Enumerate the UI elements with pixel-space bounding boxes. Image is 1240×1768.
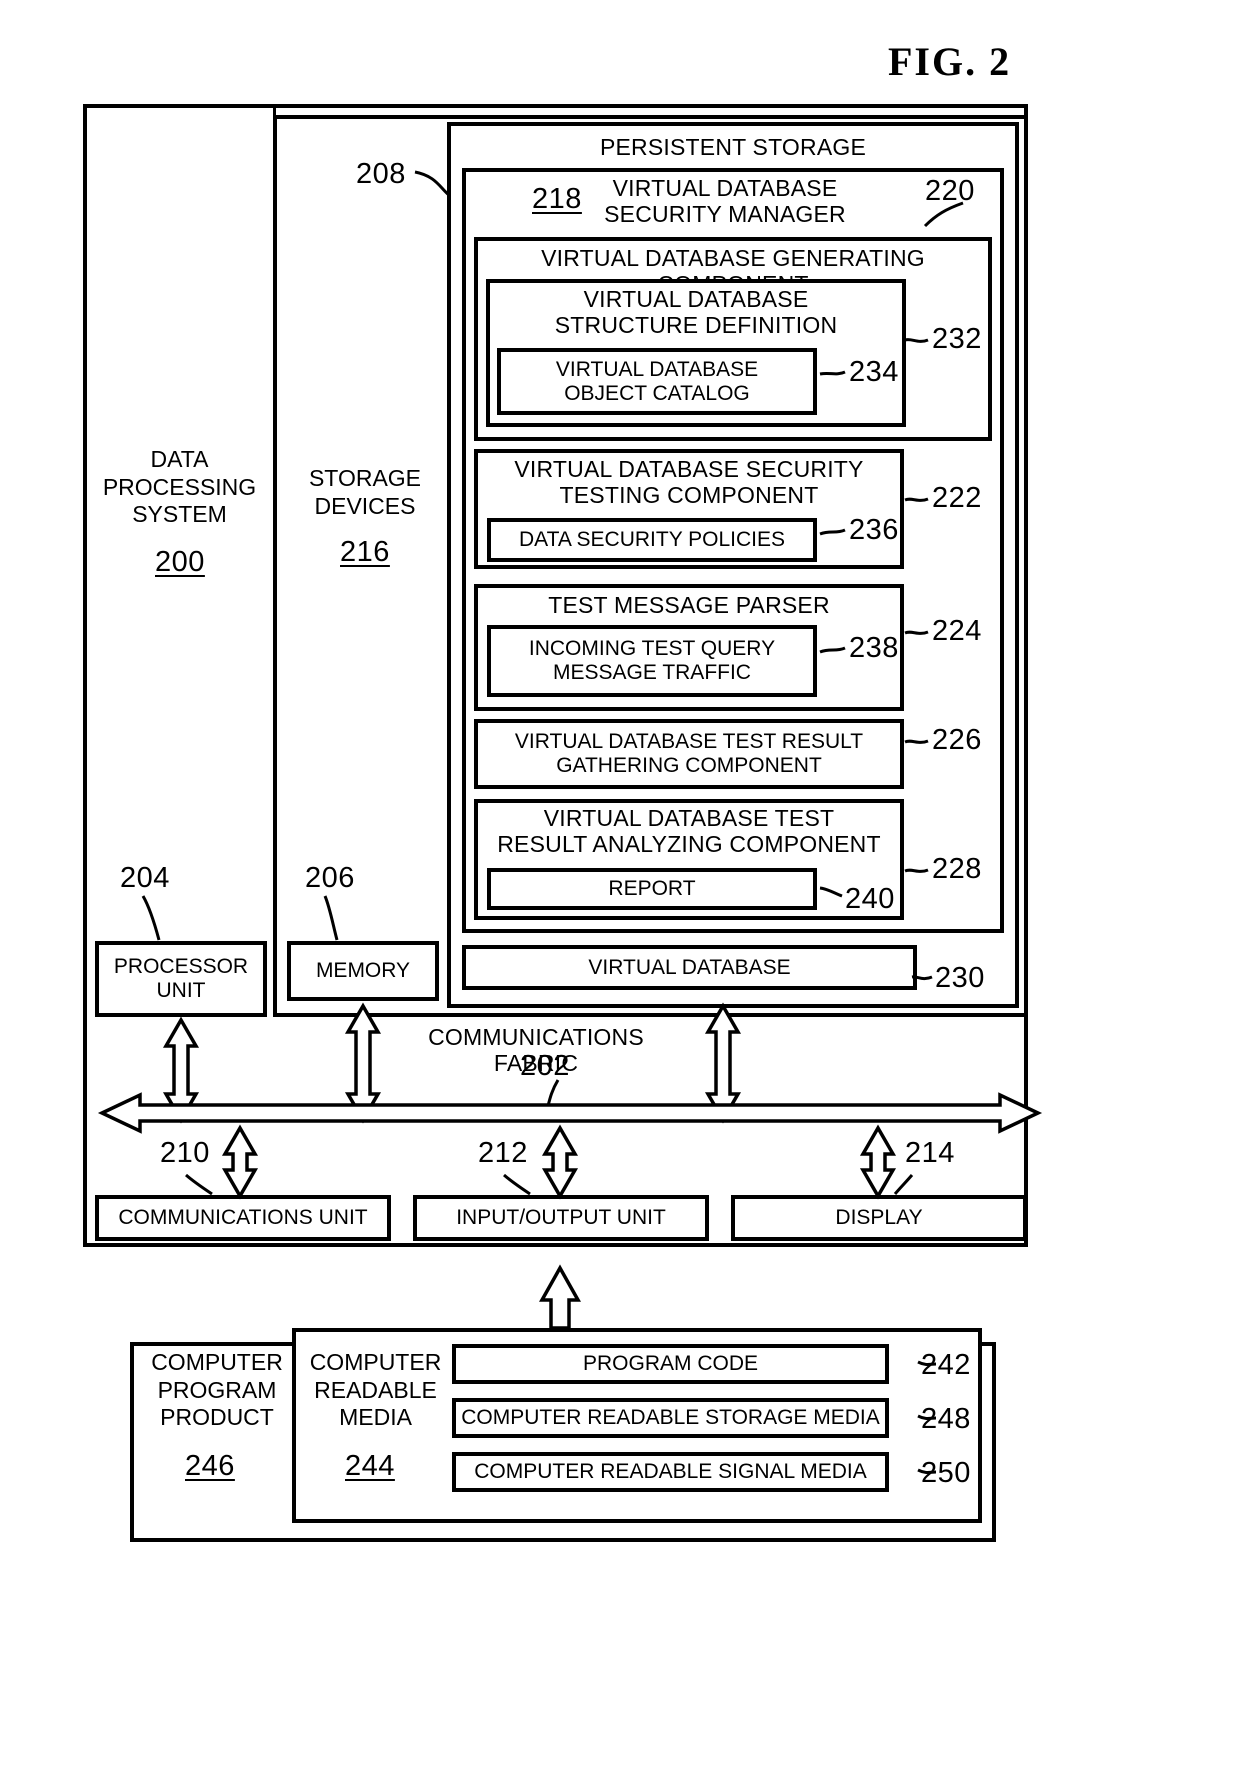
computer-readable-media-label: COMPUTER READABLE MEDIA [309, 1349, 442, 1431]
ref-234: 234 [849, 356, 899, 388]
virtual-database-label: VIRTUAL DATABASE [588, 955, 791, 979]
component-label-test-message-parser: TEST MESSAGE PARSER [548, 592, 830, 618]
ref-202: 202 [520, 1050, 570, 1082]
ref-248: 248 [921, 1403, 971, 1435]
ref-212: 212 [478, 1137, 528, 1169]
storage-devices-ref: 216 [340, 536, 390, 568]
program-code-label: PROGRAM CODE [582, 1352, 758, 1376]
computer-program-product-label: COMPUTER PROGRAM PRODUCT [151, 1349, 283, 1431]
ref-204: 204 [120, 862, 170, 894]
ref-232: 232 [932, 323, 982, 355]
figure-title: FIG. 2 [888, 39, 1012, 84]
ref-226: 226 [932, 724, 982, 756]
data-processing-system-label: DATA PROCESSING SYSTEM [102, 446, 257, 528]
object-catalog-label: VIRTUAL DATABASE OBJECT CATALOG [555, 357, 759, 405]
ref-238: 238 [849, 632, 899, 664]
computer-program-product-ref: 246 [185, 1450, 235, 1482]
data-processing-system-ref: 200 [155, 546, 205, 578]
ref-206: 206 [305, 862, 355, 894]
structure-definition-label: VIRTUAL DATABASE STRUCTURE DEFINITION [554, 286, 838, 339]
computer-readable-storage-media-label: COMPUTER READABLE STORAGE MEDIA [461, 1406, 880, 1430]
processor-unit-label: PROCESSOR UNIT [113, 955, 249, 1002]
ref-242: 242 [921, 1349, 971, 1381]
communications-unit-label: COMMUNICATIONS UNIT [118, 1206, 368, 1230]
ref-222: 222 [932, 482, 982, 514]
data-security-policies-label: DATA SECURITY POLICIES [518, 528, 786, 552]
component-label-result-analyzing: VIRTUAL DATABASE TEST RESULT ANALYZING C… [497, 805, 881, 858]
arrow-program-product-to-system [539, 1264, 581, 1330]
ref-230: 230 [935, 962, 985, 994]
report-label: REPORT [608, 877, 696, 901]
ref-214: 214 [905, 1137, 955, 1169]
incoming-test-query-label: INCOMING TEST QUERY MESSAGE TRAFFIC [528, 637, 776, 684]
component-label-security-testing: VIRTUAL DATABASE SECURITY TESTING COMPON… [514, 456, 864, 509]
computer-readable-signal-media-label: COMPUTER READABLE SIGNAL MEDIA [474, 1460, 867, 1484]
ref-236: 236 [849, 514, 899, 546]
ref-210: 210 [160, 1137, 210, 1169]
ref-208: 208 [356, 158, 406, 190]
ref-250: 250 [921, 1457, 971, 1489]
display-label: DISPLAY [835, 1206, 923, 1230]
computer-readable-media-ref: 244 [345, 1450, 395, 1482]
ref-224: 224 [932, 615, 982, 647]
storage-devices-label: STORAGE DEVICES [308, 465, 422, 519]
component-label-result-gathering: VIRTUAL DATABASE TEST RESULT GATHERING C… [514, 730, 864, 777]
ref-220: 220 [925, 175, 975, 207]
ref-240: 240 [845, 883, 895, 915]
input-output-unit-label: INPUT/OUTPUT UNIT [456, 1206, 666, 1230]
security-manager-label: VIRTUAL DATABASE SECURITY MANAGER [604, 175, 846, 228]
ref-228: 228 [932, 853, 982, 885]
memory-label: MEMORY [315, 959, 411, 983]
persistent-storage-label: PERSISTENT STORAGE [599, 134, 867, 160]
